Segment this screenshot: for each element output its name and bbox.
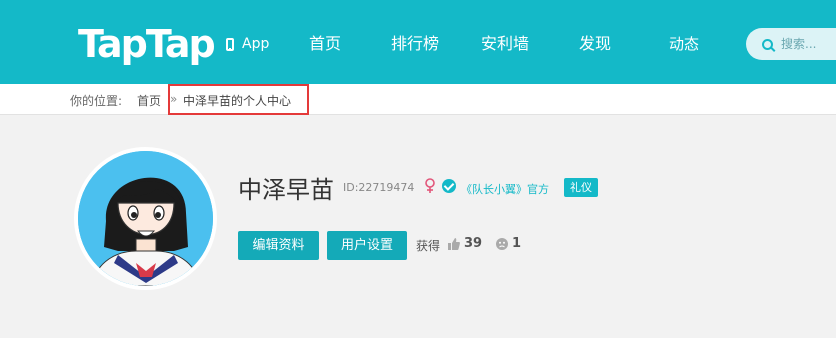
nav-feed-link[interactable]: 动态 [669,30,699,58]
search-box[interactable] [746,28,836,60]
breadcrumb: 你的位置: 首页 » 中泽早苗的个人中心 [0,84,836,115]
breadcrumb-home-link[interactable]: 首页 [137,92,161,109]
edit-profile-button[interactable]: 编辑资料 [238,231,319,260]
search-icon[interactable] [762,38,773,50]
user-settings-button[interactable]: 用户设置 [327,231,407,260]
nav-app-link[interactable]: App [226,30,269,58]
top-navigation-bar: TapTap App 首页 排行榜 安利墙 发现 动态 [0,0,836,84]
profile-username: 中泽早苗 [238,176,334,204]
breadcrumb-label: 你的位置: [70,94,123,108]
face-icon [496,238,508,250]
avatar[interactable] [74,147,217,290]
profile-user-id: ID:22719474 [343,181,415,194]
received-label: 获得 [416,239,441,253]
nav-rank-link[interactable]: 排行榜 [391,30,439,58]
phone-icon [226,37,234,51]
search-input[interactable] [781,37,836,51]
nav-discover-link[interactable]: 发现 [579,30,611,58]
breadcrumb-highlight-box [168,84,309,115]
nav-home-link[interactable]: 首页 [309,30,341,58]
avatar-illustration [78,151,213,286]
nav-recommend-wall-link[interactable]: 安利墙 [481,30,529,58]
female-gender-icon [425,178,435,193]
verified-icon [442,179,456,193]
dislikes-count: 1 [512,236,522,251]
etiquette-badge[interactable]: 礼仪 [564,178,598,197]
thumbs-up-icon [448,238,460,250]
nav-app-label: App [242,36,270,52]
likes-count: 39 [464,236,483,251]
taptap-logo[interactable]: TapTap [78,22,216,66]
official-game-link[interactable]: 《队长小翼》官方 [461,181,549,197]
